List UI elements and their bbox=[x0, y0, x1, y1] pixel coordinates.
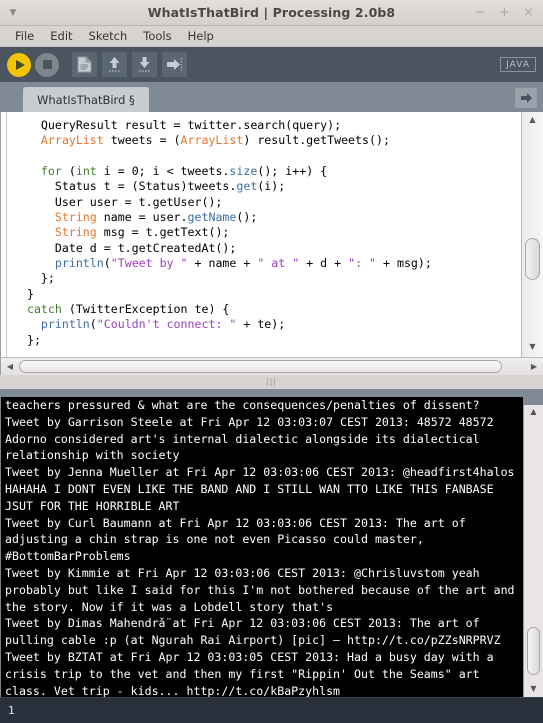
sketch-tabstrip: WhatIsThatBird § bbox=[0, 82, 543, 112]
editor-scroll-left-triangle-left-icon[interactable]: ◀ bbox=[3, 362, 17, 371]
code-line: Status t = (Status)tweets.get(i); bbox=[13, 179, 286, 194]
console-vertical-scrollbar[interactable]: ▲ ▼ bbox=[523, 405, 543, 697]
menu-tools[interactable]: Tools bbox=[136, 27, 178, 45]
editor-vscroll-thumb[interactable] bbox=[525, 238, 540, 280]
editor-vertical-scrollbar[interactable]: ▲ ▼ bbox=[521, 112, 543, 357]
console-scroll-up-triangle-up-icon[interactable]: ▲ bbox=[530, 406, 536, 419]
menu-edit[interactable]: Edit bbox=[43, 27, 79, 45]
minimize-button[interactable]: − bbox=[474, 6, 487, 19]
window-controls: − + × bbox=[474, 6, 543, 19]
tab-whatisthatbird[interactable]: WhatIsThatBird § bbox=[23, 87, 149, 112]
new-file-icon bbox=[77, 56, 92, 73]
editor-scroll-up-triangle-up-icon[interactable]: ▲ bbox=[529, 114, 535, 128]
processing-ide-window: ▼ WhatIsThatBird | Processing 2.0b8 − + … bbox=[0, 0, 543, 723]
save-sketch-button[interactable] bbox=[132, 52, 157, 77]
console-panel: teachers pressured & what are the conseq… bbox=[0, 397, 543, 697]
code-line: String name = user.getName(); bbox=[54, 210, 258, 225]
close-button[interactable]: × bbox=[522, 6, 535, 19]
code-line: QueryResult result = twitter.search(quer… bbox=[13, 118, 342, 132]
code-line: println("Tweet by " + name + " at " + d … bbox=[54, 256, 432, 271]
run-button[interactable] bbox=[7, 52, 31, 77]
maximize-button[interactable]: + bbox=[498, 6, 511, 19]
new-sketch-button[interactable] bbox=[72, 52, 97, 77]
code-line: }; bbox=[13, 332, 41, 347]
window-menu-caret-down-icon[interactable]: ▼ bbox=[0, 0, 26, 26]
save-icon bbox=[139, 57, 150, 72]
window-title: WhatIsThatBird | Processing 2.0b8 bbox=[147, 5, 396, 20]
editor-code-text[interactable]: QueryResult result = twitter.search(quer… bbox=[7, 112, 521, 357]
tab-overflow-arrow-right-icon[interactable] bbox=[515, 88, 537, 108]
editor-hscroll-track[interactable] bbox=[17, 360, 527, 373]
code-line: println("Couldn't connect: " + te); bbox=[40, 317, 286, 332]
code-line: User user = t.getUser(); bbox=[13, 194, 223, 209]
code-line: } bbox=[13, 286, 34, 301]
divider-grip: ||| bbox=[265, 377, 278, 386]
editor-console-divider[interactable]: ||| bbox=[0, 375, 543, 389]
mode-selector-badge[interactable]: JAVA bbox=[500, 57, 536, 72]
console-vscroll-thumb[interactable] bbox=[527, 627, 540, 675]
menu-help[interactable]: Help bbox=[181, 27, 221, 45]
statusbar: 1 bbox=[0, 697, 543, 723]
code-line: Date d = t.getCreatedAt(); bbox=[13, 240, 237, 255]
export-icon bbox=[167, 58, 183, 71]
open-sketch-button[interactable] bbox=[102, 52, 127, 77]
toolbar: JAVA bbox=[0, 47, 543, 82]
stop-button[interactable] bbox=[35, 52, 59, 77]
console-scroll-down-triangle-down-icon[interactable]: ▼ bbox=[530, 683, 536, 696]
menu-sketch[interactable]: Sketch bbox=[82, 27, 135, 45]
statusbar-text: 1 bbox=[8, 704, 15, 717]
console-vscroll-track[interactable] bbox=[524, 419, 543, 683]
code-line: for (int i = 0; i < tweets.size(); i++) … bbox=[40, 164, 328, 179]
code-line: }; bbox=[13, 271, 55, 286]
play-icon bbox=[16, 59, 25, 70]
editor-vscroll-track[interactable] bbox=[522, 128, 543, 341]
code-line: catch (TwitterException te) { bbox=[26, 302, 230, 317]
open-icon bbox=[109, 57, 120, 72]
export-application-button[interactable] bbox=[162, 52, 187, 77]
code-editor: QueryResult result = twitter.search(quer… bbox=[0, 112, 543, 357]
console-output-text[interactable]: teachers pressured & what are the conseq… bbox=[1, 397, 523, 697]
editor-scroll-down-triangle-down-icon[interactable]: ▼ bbox=[529, 341, 535, 355]
window-titlebar: ▼ WhatIsThatBird | Processing 2.0b8 − + … bbox=[0, 0, 543, 26]
menubar: File Edit Sketch Tools Help bbox=[0, 26, 543, 47]
editor-horizontal-scrollbar[interactable]: ◀ ▶ bbox=[0, 357, 543, 375]
menu-file[interactable]: File bbox=[8, 27, 41, 45]
code-line: ArrayList tweets = (ArrayList) result.ge… bbox=[40, 133, 390, 148]
code-line: String msg = t.getText(); bbox=[54, 225, 230, 240]
editor-hscroll-thumb[interactable] bbox=[19, 360, 502, 373]
editor-scroll-right-triangle-right-icon[interactable]: ▶ bbox=[527, 362, 541, 371]
stop-icon bbox=[42, 60, 52, 69]
